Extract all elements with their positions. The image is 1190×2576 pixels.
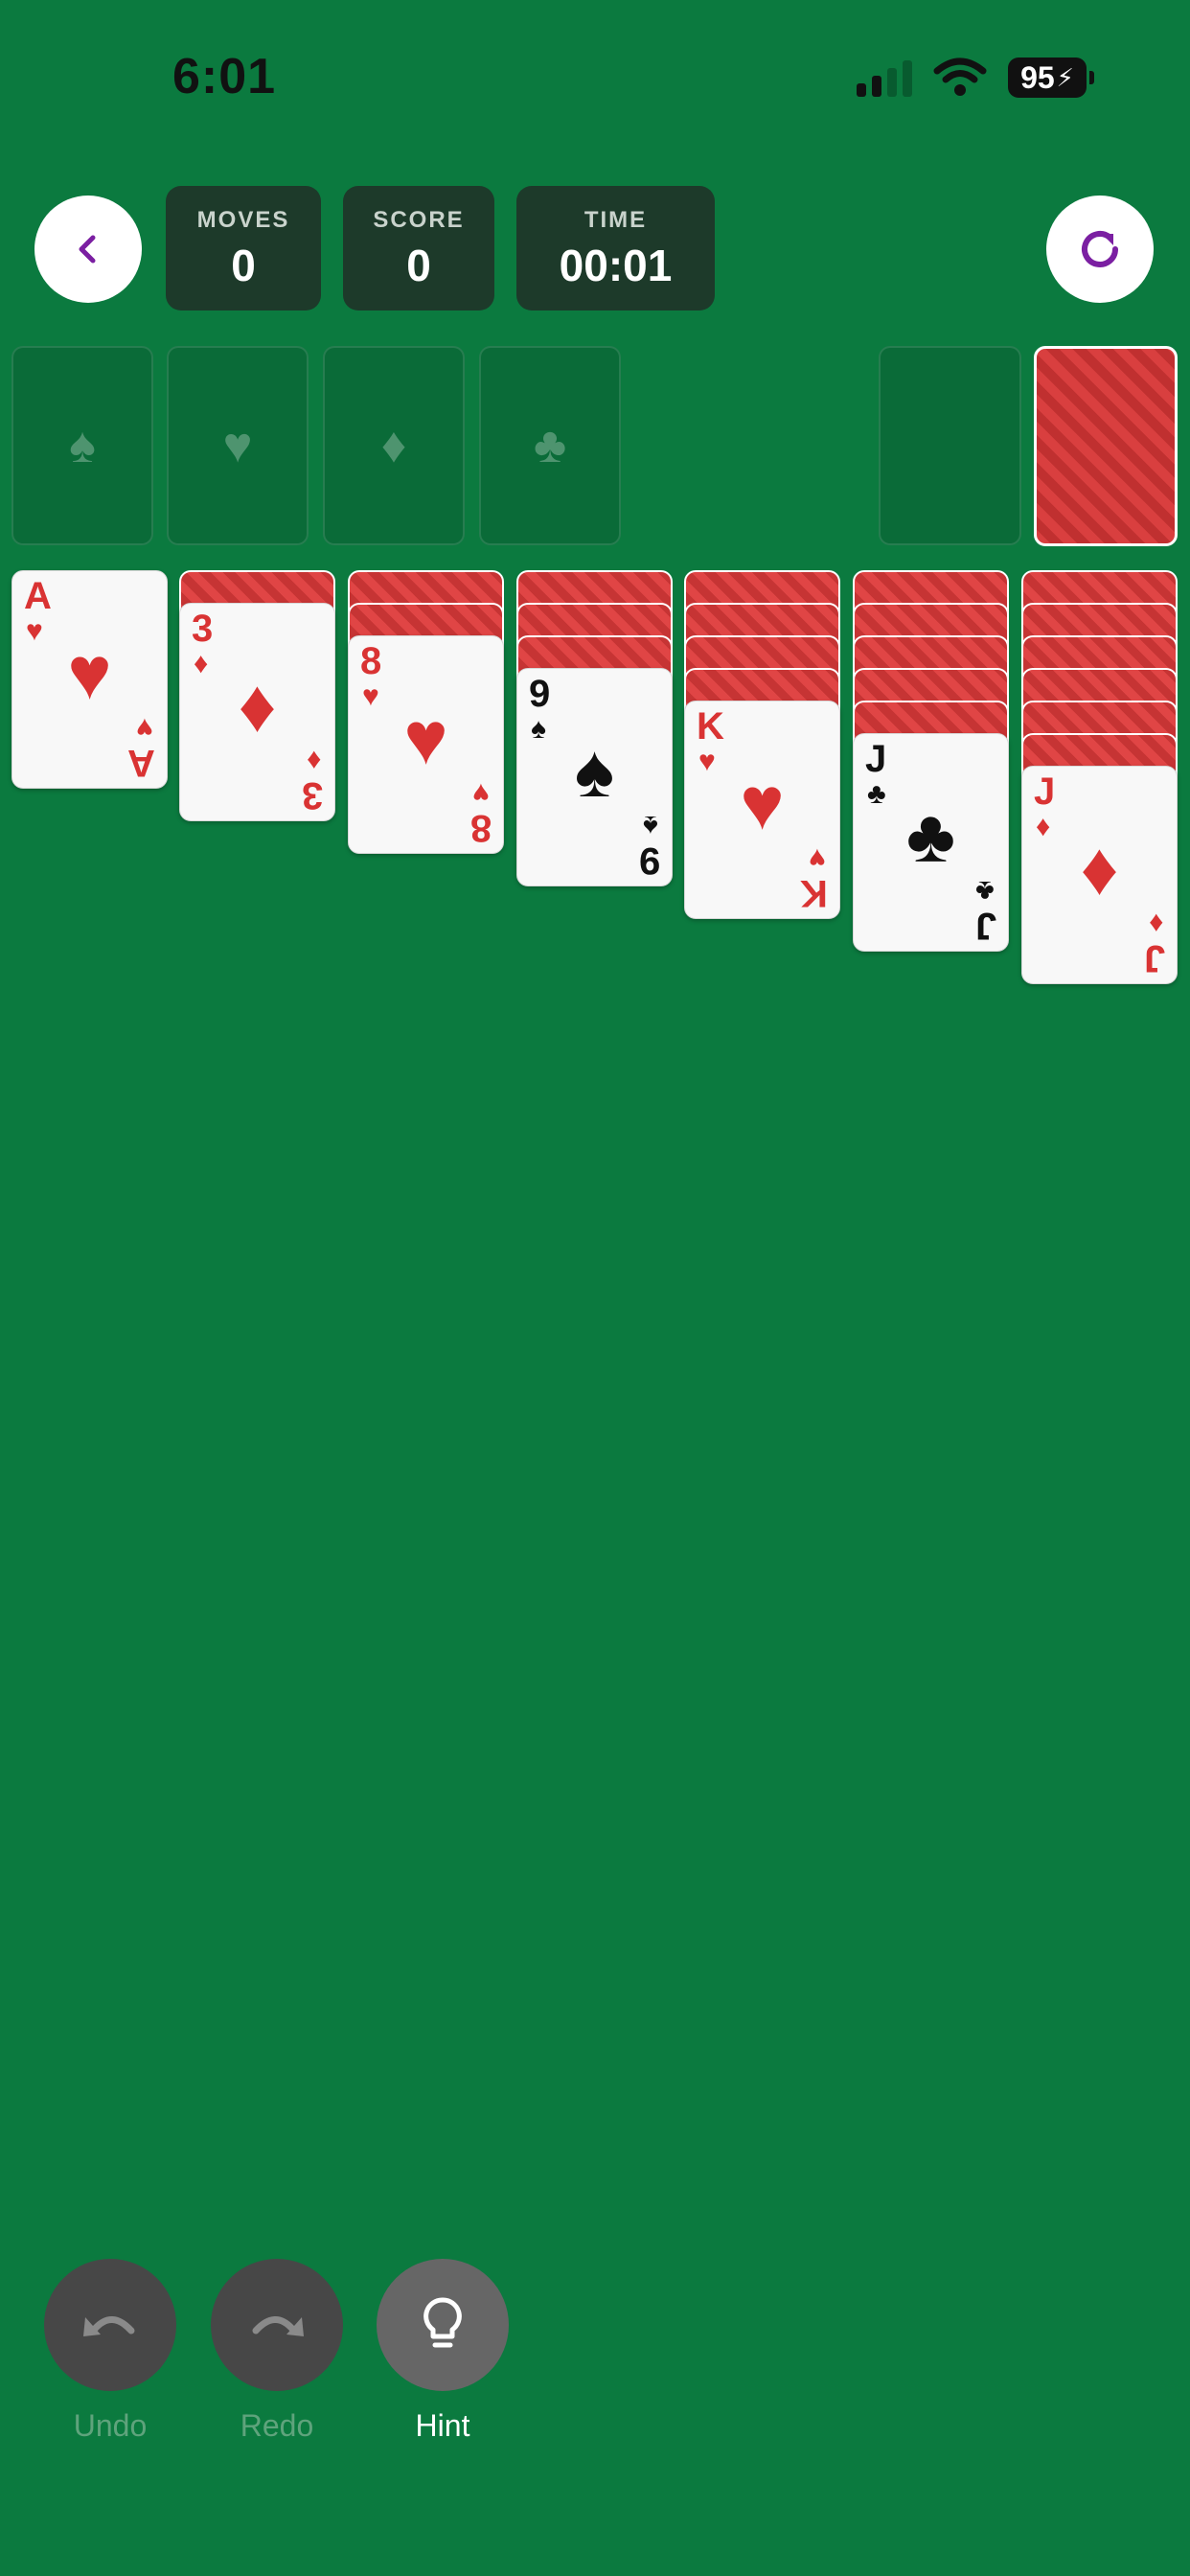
score-label: SCORE [373, 207, 465, 233]
face-up-card[interactable]: J ♦ ♦ ♦ J [1021, 766, 1178, 984]
card-suit-icon-bottom: ♥ [472, 777, 490, 809]
spade-icon: ♠ [69, 418, 96, 473]
wifi-icon [933, 58, 987, 96]
hint-button[interactable] [377, 2259, 509, 2391]
waste-pile[interactable] [879, 346, 1021, 545]
lightbulb-icon [423, 2297, 462, 2348]
hint-label: Hint [415, 2408, 470, 2443]
status-icons: 95 ⚡ [857, 58, 1094, 98]
foundation-diamonds[interactable]: ♦ [323, 346, 465, 545]
stock-pile[interactable] [1034, 346, 1178, 546]
foundation-hearts[interactable]: ♥ [167, 346, 309, 545]
status-time: 6:01 [172, 49, 277, 104]
card-center-suit-icon: ♠ [574, 728, 615, 813]
score-counter: SCORE 0 [343, 186, 494, 310]
card-center-suit-icon: ♥ [67, 631, 112, 715]
card-center-suit-icon: ♥ [740, 761, 785, 845]
redo-label: Redo [240, 2408, 314, 2443]
foundation-clubs[interactable]: ♣ [479, 346, 621, 545]
face-up-card[interactable]: 9 ♠ ♠ ♠ 9 [516, 668, 673, 886]
card-rank-bottom: 8 [469, 807, 492, 849]
card-suit-icon-bottom: ♦ [1148, 908, 1163, 939]
foundation-spades[interactable]: ♠ [11, 346, 153, 545]
undo-label: Undo [73, 2408, 148, 2443]
card-rank-bottom: K [800, 872, 828, 914]
card-suit-icon-bottom: ♥ [136, 712, 153, 744]
back-button[interactable] [34, 196, 142, 303]
card-suit-icon-bottom: ♦ [306, 745, 321, 776]
score-value: 0 [406, 241, 431, 290]
card-rank-bottom: J [1143, 937, 1165, 979]
card-suit-icon-bottom: ♠ [643, 810, 658, 841]
card-suit-icon-bottom: ♥ [809, 842, 826, 874]
moves-counter: MOVES 0 [166, 186, 321, 310]
card-rank-bottom: 3 [301, 774, 323, 816]
redo-icon [252, 2316, 304, 2336]
card-rank: 8 [360, 640, 382, 682]
undo-button[interactable] [44, 2259, 176, 2391]
face-up-card[interactable]: 3 ♦ ♦ ♦ 3 [179, 603, 335, 821]
card-suit-icon-bottom: ♣ [975, 875, 995, 907]
card-rank: K [697, 705, 724, 748]
time-counter: TIME 00:01 [516, 186, 715, 310]
face-up-card[interactable]: 8 ♥ ♥ ♥ 8 [348, 635, 504, 854]
card-rank: J [1034, 770, 1056, 813]
chevron-left-icon [79, 235, 96, 264]
heart-icon: ♥ [222, 418, 253, 473]
undo-icon [83, 2316, 135, 2336]
face-up-card[interactable]: A ♥ ♥ ♥ A [11, 570, 168, 789]
face-up-card[interactable]: K ♥ ♥ ♥ K [684, 701, 840, 919]
card-rank: 3 [192, 608, 214, 650]
diamond-icon: ♦ [380, 418, 407, 473]
restart-button[interactable] [1046, 196, 1154, 303]
moves-value: 0 [231, 241, 256, 290]
battery-icon: 95 ⚡ [1008, 58, 1094, 98]
card-rank-bottom: A [127, 742, 155, 784]
club-icon: ♣ [533, 418, 567, 473]
redo-button[interactable] [211, 2259, 343, 2391]
card-center-suit-icon: ♣ [905, 794, 956, 878]
card-center-suit-icon: ♥ [403, 696, 448, 780]
card-rank: J [865, 738, 887, 780]
card-rank-bottom: 9 [638, 840, 660, 882]
restart-icon [1082, 231, 1118, 267]
card-center-suit-icon: ♦ [238, 663, 277, 748]
moves-label: MOVES [196, 207, 290, 233]
card-rank-bottom: J [974, 905, 996, 947]
card-center-suit-icon: ♦ [1080, 826, 1119, 910]
time-label: TIME [584, 207, 648, 233]
card-rank: A [24, 575, 52, 617]
battery-level: 95 [1020, 59, 1055, 95]
time-value: 00:01 [559, 241, 673, 290]
card-rank: 9 [529, 673, 551, 715]
face-up-card[interactable]: J ♣ ♣ ♣ J [853, 733, 1009, 952]
cellular-signal-icon [857, 58, 912, 97]
